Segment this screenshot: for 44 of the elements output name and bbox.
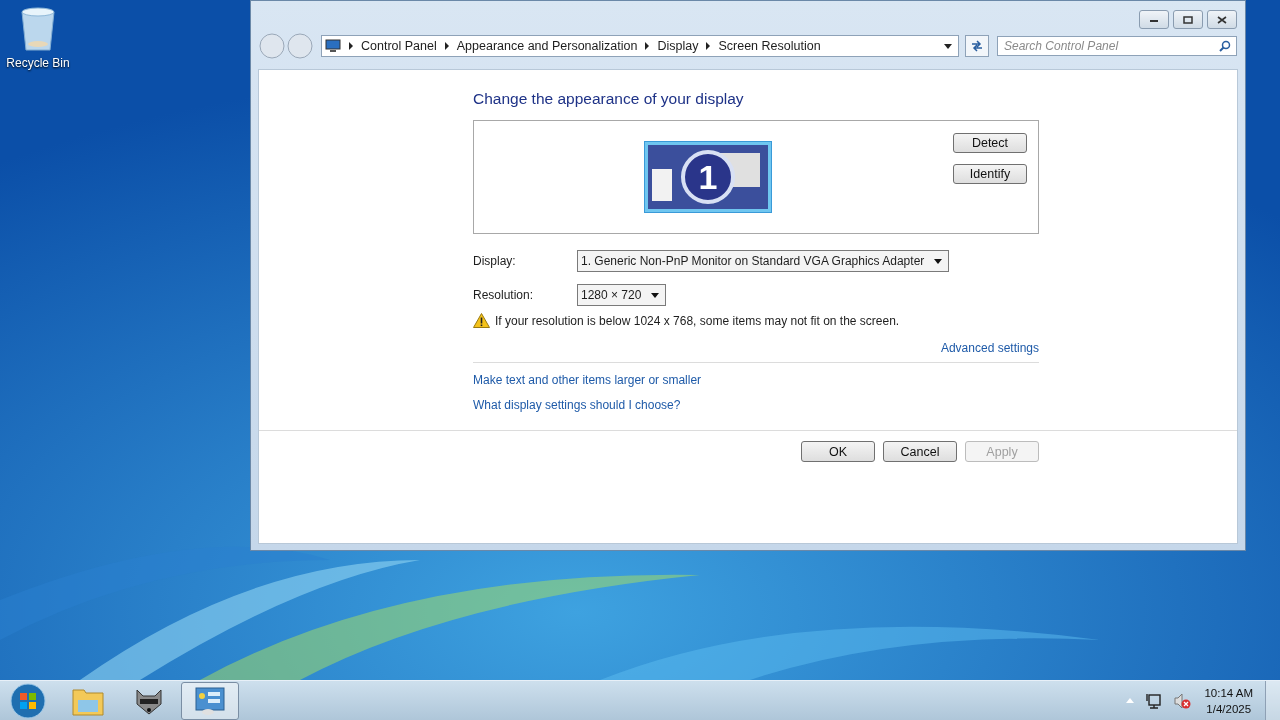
breadcrumb-item[interactable]: Display bbox=[657, 39, 699, 53]
side-button[interactable]: Identify bbox=[953, 164, 1027, 184]
close-icon bbox=[1217, 15, 1227, 24]
field-label: Display: bbox=[473, 254, 517, 268]
dropdown-arrow-icon[interactable] bbox=[944, 43, 952, 49]
field-label: Resolution: bbox=[473, 288, 535, 302]
restore-button[interactable] bbox=[1173, 10, 1203, 29]
desktop-icon-label[interactable]: Recycle Bin bbox=[6, 56, 70, 70]
close-button[interactable] bbox=[1207, 10, 1237, 29]
minimize-button[interactable] bbox=[1139, 10, 1169, 29]
clock-time[interactable]: 10:14 AM bbox=[1204, 684, 1253, 701]
dialog-button[interactable]: Cancel bbox=[883, 441, 957, 462]
breadcrumb-item[interactable]: Control Panel bbox=[361, 39, 437, 53]
arrows-icon bbox=[970, 40, 984, 52]
control-panel-icon[interactable] bbox=[181, 681, 239, 720]
breadcrumb-item[interactable]: Screen Resolution bbox=[718, 39, 821, 53]
refresh-button[interactable] bbox=[965, 35, 989, 57]
chevron-icon bbox=[705, 42, 712, 50]
search-icon bbox=[1219, 40, 1231, 52]
advanced-settings-link[interactable]: Advanced settings bbox=[940, 341, 1039, 355]
dropdown-arrow-icon bbox=[651, 292, 660, 298]
chevron-icon bbox=[443, 42, 450, 50]
monitor-drawing[interactable]: 1 bbox=[644, 141, 772, 213]
address-bar[interactable]: Control Panel Appearance and Personalization Display Screen Resolution bbox=[321, 35, 959, 57]
dialog-button[interactable]: OK bbox=[801, 441, 875, 462]
dropdown-field[interactable]: 1280 × 720 bbox=[577, 284, 667, 306]
recycle-bin-icon[interactable] bbox=[18, 6, 58, 52]
warning-text: If your resolution is below 1024 x 768, some items may not fit on the screen. bbox=[495, 313, 900, 328]
muted-speaker-icon[interactable] bbox=[1174, 692, 1193, 709]
help-link[interactable]: What display settings should I choose? bbox=[473, 398, 681, 412]
chevron-icon bbox=[644, 42, 651, 50]
chevron-icon bbox=[348, 42, 354, 50]
search-field[interactable]: Search Control Panel bbox=[997, 36, 1237, 56]
clock-date[interactable]: 1/4/2025 bbox=[1206, 700, 1252, 717]
dropdown-field[interactable]: 1. Generic Non-PnP Monitor on Standard VGA Graphics Adapter bbox=[577, 250, 950, 272]
dropdown-arrow-icon bbox=[934, 258, 943, 264]
help-link[interactable]: Make text and other items larger or smaller bbox=[473, 373, 702, 387]
breadcrumb-item[interactable]: Appearance and Personalization bbox=[456, 39, 638, 53]
page-heading: Change the appearance of your display bbox=[473, 90, 745, 108]
monitor-icon bbox=[325, 39, 341, 53]
network-icon[interactable] bbox=[1146, 692, 1163, 709]
restore-icon bbox=[1183, 15, 1193, 24]
side-button[interactable]: Detect bbox=[953, 133, 1027, 153]
warning-icon bbox=[473, 313, 490, 328]
